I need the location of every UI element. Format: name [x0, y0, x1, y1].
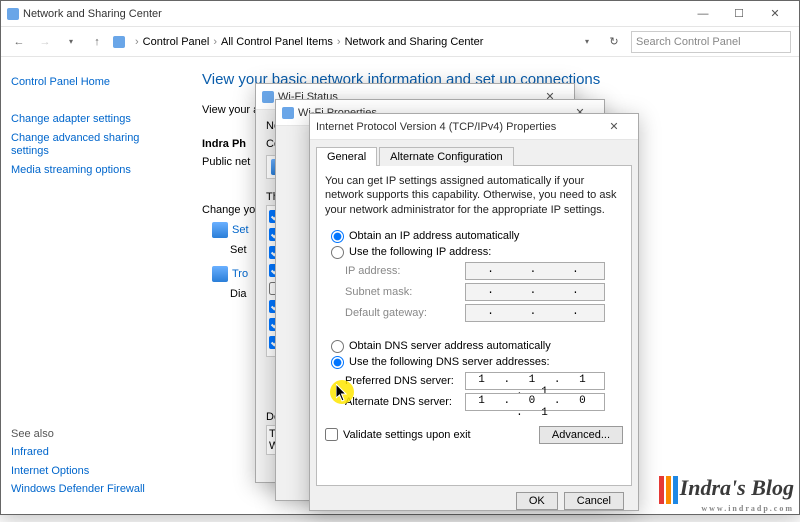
ipv4-panel: You can get IP settings assigned automat… — [316, 166, 632, 486]
wifi-icon — [262, 91, 274, 103]
dns-group: Obtain DNS server address automatically … — [325, 337, 623, 418]
validate-checkbox[interactable] — [325, 428, 338, 441]
radio-ip-manual-input[interactable] — [331, 246, 344, 259]
troubleshoot-link[interactable]: Tro — [232, 268, 248, 280]
radio-dns-manual[interactable]: Use the following DNS server addresses: — [331, 356, 623, 369]
close-button[interactable]: ✕ — [757, 2, 793, 26]
troubleshoot-icon — [212, 266, 228, 282]
tab-altconfig[interactable]: Alternate Configuration — [379, 147, 514, 166]
cancel-button[interactable]: Cancel — [564, 492, 624, 510]
field-gw: . . . — [465, 304, 605, 322]
tab-general[interactable]: General — [316, 147, 377, 166]
validate-label: Validate settings upon exit — [343, 429, 471, 441]
ipv4-title: Internet Protocol Version 4 (TCP/IPv4) P… — [316, 121, 596, 133]
minimize-button[interactable]: — — [685, 2, 721, 26]
ok-button[interactable]: OK — [516, 492, 558, 510]
crumb-control-panel[interactable]: Control Panel — [143, 36, 210, 48]
radio-dns-auto[interactable]: Obtain DNS server address automatically — [331, 340, 623, 353]
back-button[interactable]: ← — [9, 32, 29, 52]
sidebar-infrared[interactable]: Infrared — [11, 446, 176, 460]
field-mask: . . . — [465, 283, 605, 301]
nav-toolbar: ← → ▾ ↑ ›Control Panel ›All Control Pane… — [1, 27, 799, 57]
ipv4-close[interactable]: ✕ — [596, 115, 632, 139]
ipv4-titlebar: Internet Protocol Version 4 (TCP/IPv4) P… — [310, 114, 638, 140]
label-pref-dns: Preferred DNS server: — [345, 375, 465, 387]
window-title: Network and Sharing Center — [23, 8, 685, 20]
see-also-header: See also — [11, 428, 176, 440]
label-ip: IP address: — [345, 265, 465, 277]
refresh-button[interactable]: ↻ — [603, 31, 625, 53]
radio-ip-manual[interactable]: Use the following IP address: — [331, 246, 623, 259]
crumb-all-items[interactable]: All Control Panel Items — [221, 36, 333, 48]
up-button[interactable]: ↑ — [87, 32, 107, 52]
sidebar-media-streaming[interactable]: Media streaming options — [11, 164, 176, 178]
ipv4-properties-window: Internet Protocol Version 4 (TCP/IPv4) P… — [309, 113, 639, 511]
sidebar-internet-options[interactable]: Internet Options — [11, 465, 176, 479]
advanced-button[interactable]: Advanced... — [539, 426, 623, 444]
ip-group: Obtain an IP address automatically Use t… — [325, 227, 623, 329]
network-icon — [7, 8, 19, 20]
breadcrumb[interactable]: ›Control Panel ›All Control Panel Items … — [135, 36, 483, 48]
sidebar-defender-firewall[interactable]: Windows Defender Firewall — [11, 483, 176, 497]
radio-ip-auto[interactable]: Obtain an IP address automatically — [331, 230, 623, 243]
search-input[interactable]: Search Control Panel — [631, 31, 791, 53]
sidebar: Control Panel Home Change adapter settin… — [1, 57, 186, 514]
field-pref-dns[interactable]: 1 . 1 . 1 . 1 — [465, 372, 605, 390]
sidebar-advanced-sharing[interactable]: Change advanced sharing settings — [11, 132, 176, 160]
label-gw: Default gateway: — [345, 307, 465, 319]
maximize-button[interactable]: ☐ — [721, 2, 757, 26]
field-ip: . . . — [465, 262, 605, 280]
radio-ip-auto-input[interactable] — [331, 230, 344, 243]
radio-dns-manual-input[interactable] — [331, 356, 344, 369]
forward-button[interactable]: → — [35, 32, 55, 52]
main-titlebar: Network and Sharing Center — ☐ ✕ — [1, 1, 799, 27]
radio-dns-auto-input[interactable] — [331, 340, 344, 353]
sidebar-home[interactable]: Control Panel Home — [11, 76, 176, 90]
sidebar-adapter-settings[interactable]: Change adapter settings — [11, 113, 176, 127]
setup-icon — [212, 222, 228, 238]
label-mask: Subnet mask: — [345, 286, 465, 298]
path-icon — [113, 36, 125, 48]
crumb-network-sharing[interactable]: Network and Sharing Center — [345, 36, 484, 48]
dropdown-toggle[interactable]: ▾ — [577, 32, 597, 52]
setup-link[interactable]: Set — [232, 224, 249, 236]
wifi-props-icon — [282, 107, 294, 119]
field-alt-dns[interactable]: 1 . 0 . 0 . 1 — [465, 393, 605, 411]
recent-dropdown[interactable]: ▾ — [61, 32, 81, 52]
ipv4-help-text: You can get IP settings assigned automat… — [325, 174, 623, 217]
label-alt-dns: Alternate DNS server: — [345, 396, 465, 408]
ipv4-tabs: General Alternate Configuration — [316, 146, 632, 166]
